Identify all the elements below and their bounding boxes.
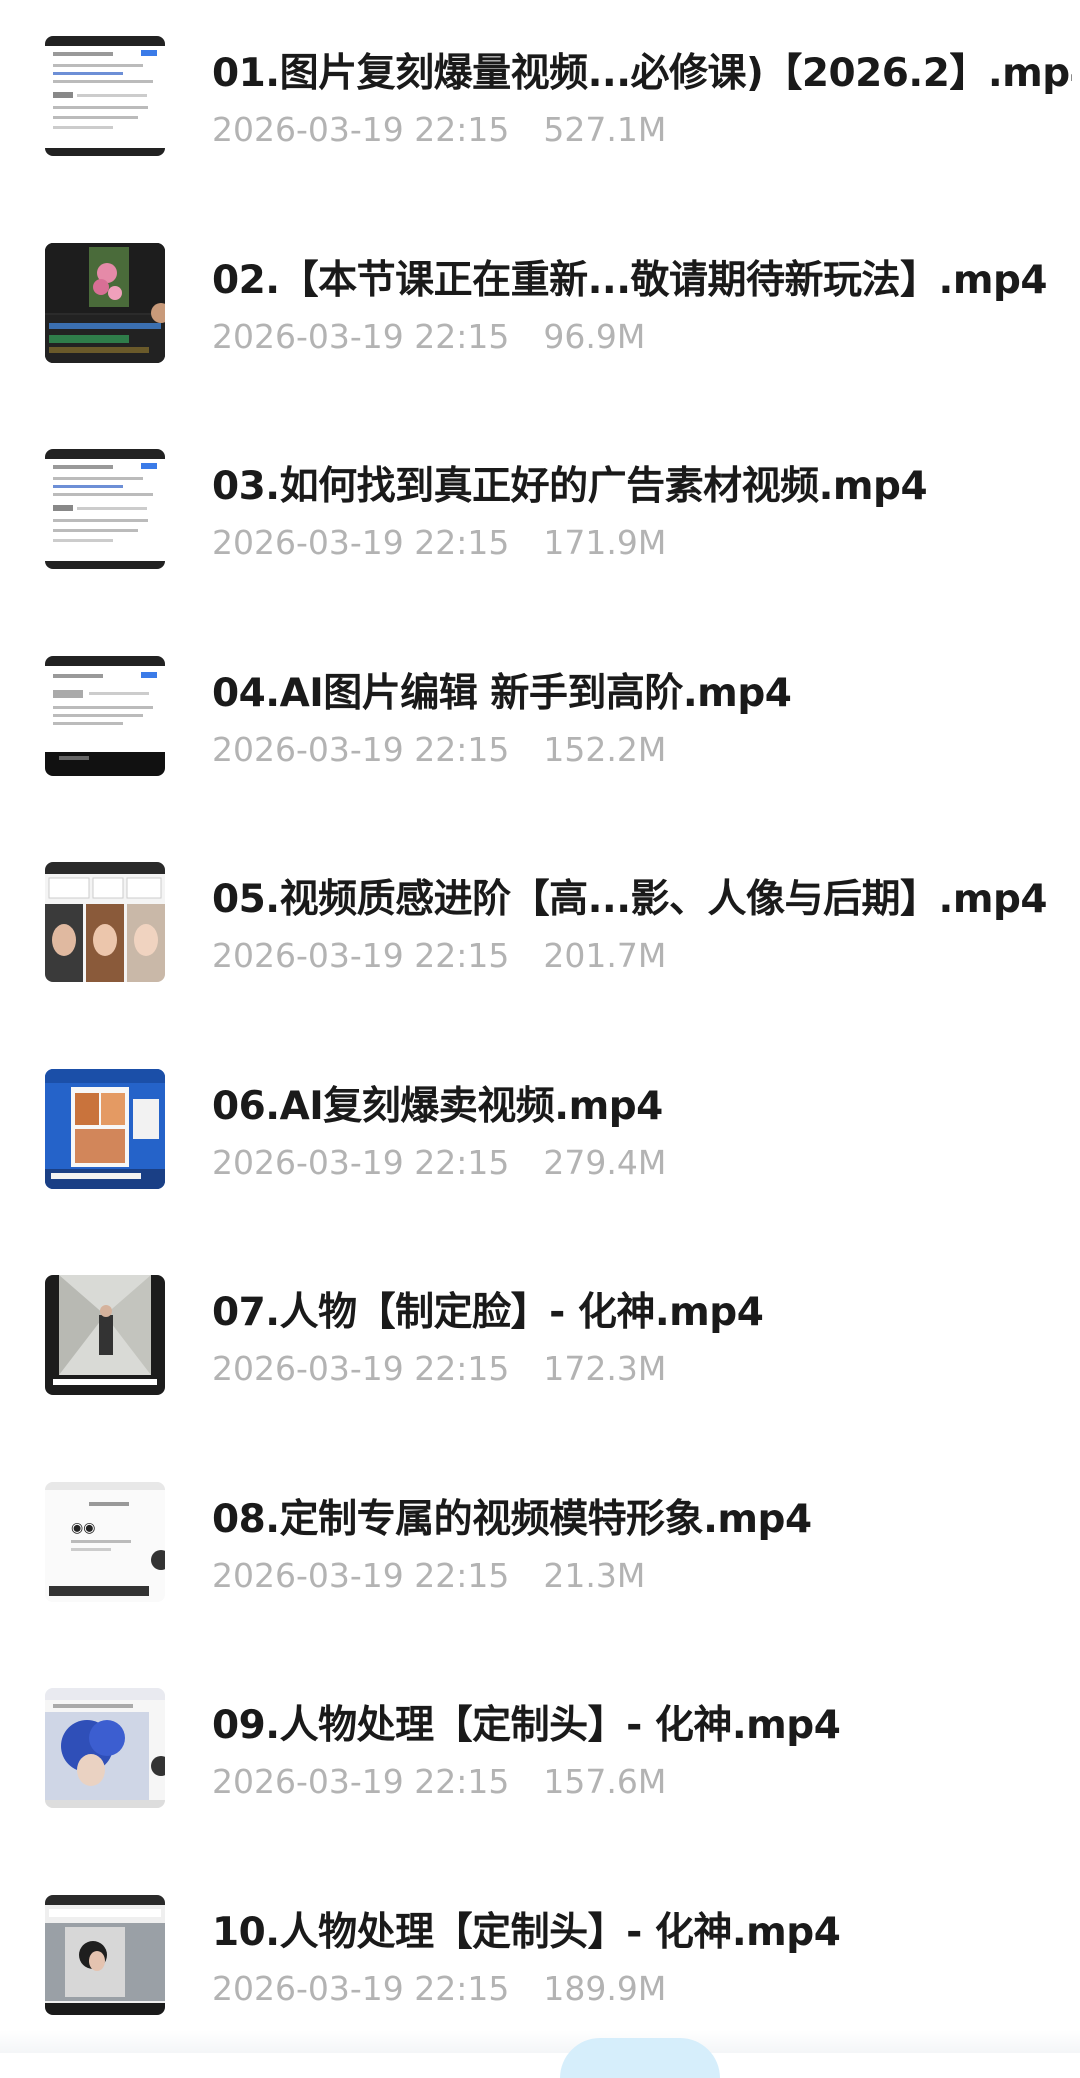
file-meta: 2026-03-19 22:15 527.1M: [212, 110, 666, 149]
file-meta: 2026-03-19 22:15 96.9M: [212, 317, 645, 356]
file-meta: 2026-03-19 22:15 189.9M: [212, 1969, 666, 2008]
file-size: 157.6M: [543, 1762, 667, 1801]
file-meta: 2026-03-19 22:15 171.9M: [212, 523, 666, 562]
file-item[interactable]: 05.视频质感进阶【高...影、人像与后期】.mp4 2026-03-19 22:…: [0, 826, 1080, 1032]
file-date: 2026-03-19 22:15: [212, 1762, 510, 1801]
file-item[interactable]: 01.图片复刻爆量视频...必修课)【2026.2】.mp4 2026-03-19…: [0, 0, 1080, 206]
file-size: 527.1M: [543, 110, 667, 149]
file-date: 2026-03-19 22:15: [212, 936, 510, 975]
file-size: 189.9M: [543, 1968, 667, 2008]
file-item[interactable]: 03.如何找到真正好的广告素材视频.mp4 2026-03-19 22:15 171…: [0, 413, 1080, 619]
file-date: 2026-03-19 22:15: [212, 1142, 510, 1182]
file-list: 01.图片复刻爆量视频...必修课)【2026.2】.mp4 2026-03-19…: [0, 0, 1080, 2053]
file-name: 06.AI复刻爆卖视频.mp4: [212, 1083, 663, 1129]
file-date: 2026-03-19 22:15: [212, 110, 510, 149]
floating-button-edge[interactable]: [560, 2038, 720, 2078]
file-name: 03.如何找到真正好的广告素材视频.mp4: [212, 464, 928, 509]
file-date: 2026-03-19 22:15: [212, 316, 510, 356]
file-size: 201.7M: [543, 936, 667, 975]
file-name: 01.图片复刻爆量视频...必修课)【2026.2】.mp4: [212, 51, 1072, 96]
file-meta: 2026-03-19 22:15 279.4M: [212, 1143, 666, 1182]
file-size: 171.9M: [543, 523, 667, 562]
file-meta: 2026-03-19 22:15 172.3M: [212, 1349, 666, 1388]
video-thumbnail[interactable]: [45, 1894, 165, 2015]
file-date: 2026-03-19 22:15: [212, 1555, 510, 1595]
bottom-fade: [0, 2030, 1080, 2053]
file-size: 279.4M: [543, 1142, 667, 1182]
file-name: 09.人物处理【定制头】- 化神.mp4: [212, 1703, 841, 1748]
file-name: 08.定制专属的视频模特形象.mp4: [212, 1496, 812, 1542]
file-meta: 2026-03-19 22:15 157.6M: [212, 1762, 666, 1801]
video-thumbnail[interactable]: [45, 36, 165, 156]
file-item[interactable]: 04.AI图片编辑 新手到高阶.mp4 2026-03-19 22:15 152.2…: [0, 620, 1080, 826]
file-name: 02.【本节课正在重新...敬请期待新玩法】.mp4: [212, 257, 1048, 303]
file-size: 152.2M: [543, 729, 667, 769]
video-thumbnail[interactable]: [45, 1275, 165, 1395]
file-name: 05.视频质感进阶【高...影、人像与后期】.mp4: [212, 877, 1048, 922]
file-name: 04.AI图片编辑 新手到高阶.mp4: [212, 670, 792, 716]
file-item[interactable]: 02.【本节课正在重新...敬请期待新玩法】.mp4 2026-03-19 22:…: [0, 207, 1080, 413]
file-date: 2026-03-19 22:15: [212, 729, 510, 769]
file-item[interactable]: 09.人物处理【定制头】- 化神.mp4 2026-03-19 22:15 157.…: [0, 1652, 1080, 1858]
file-date: 2026-03-19 22:15: [212, 1968, 510, 2008]
file-item[interactable]: 06.AI复刻爆卖视频.mp4 2026-03-19 22:15 279.4M: [0, 1033, 1080, 1239]
file-meta: 2026-03-19 22:15 152.2M: [212, 730, 666, 769]
file-meta: 2026-03-19 22:15 201.7M: [212, 936, 666, 975]
file-size: 21.3M: [543, 1555, 646, 1595]
video-thumbnail[interactable]: [45, 449, 165, 569]
file-item[interactable]: 07.人物【制定脸】- 化神.mp4 2026-03-19 22:15 172.3M: [0, 1239, 1080, 1445]
video-thumbnail[interactable]: [45, 1688, 165, 1808]
file-date: 2026-03-19 22:15: [212, 1349, 510, 1388]
video-thumbnail[interactable]: [45, 862, 165, 982]
video-thumbnail[interactable]: ◉◉: [45, 1481, 165, 1602]
video-thumbnail[interactable]: [45, 242, 165, 363]
file-date: 2026-03-19 22:15: [212, 523, 510, 562]
file-name: 10.人物处理【定制头】- 化神.mp4: [212, 1909, 841, 1955]
file-size: 96.9M: [543, 316, 646, 356]
svg-text:◉◉: ◉◉: [71, 1520, 95, 1536]
file-meta: 2026-03-19 22:15 21.3M: [212, 1556, 645, 1595]
file-name: 07.人物【制定脸】- 化神.mp4: [212, 1290, 764, 1335]
video-thumbnail[interactable]: [45, 655, 165, 776]
file-size: 172.3M: [543, 1349, 667, 1388]
file-item[interactable]: ◉◉ 08.定制专属的视频模特形象.mp4 2026-03-19 22:15 21.…: [0, 1446, 1080, 1652]
video-thumbnail[interactable]: [45, 1068, 165, 1189]
